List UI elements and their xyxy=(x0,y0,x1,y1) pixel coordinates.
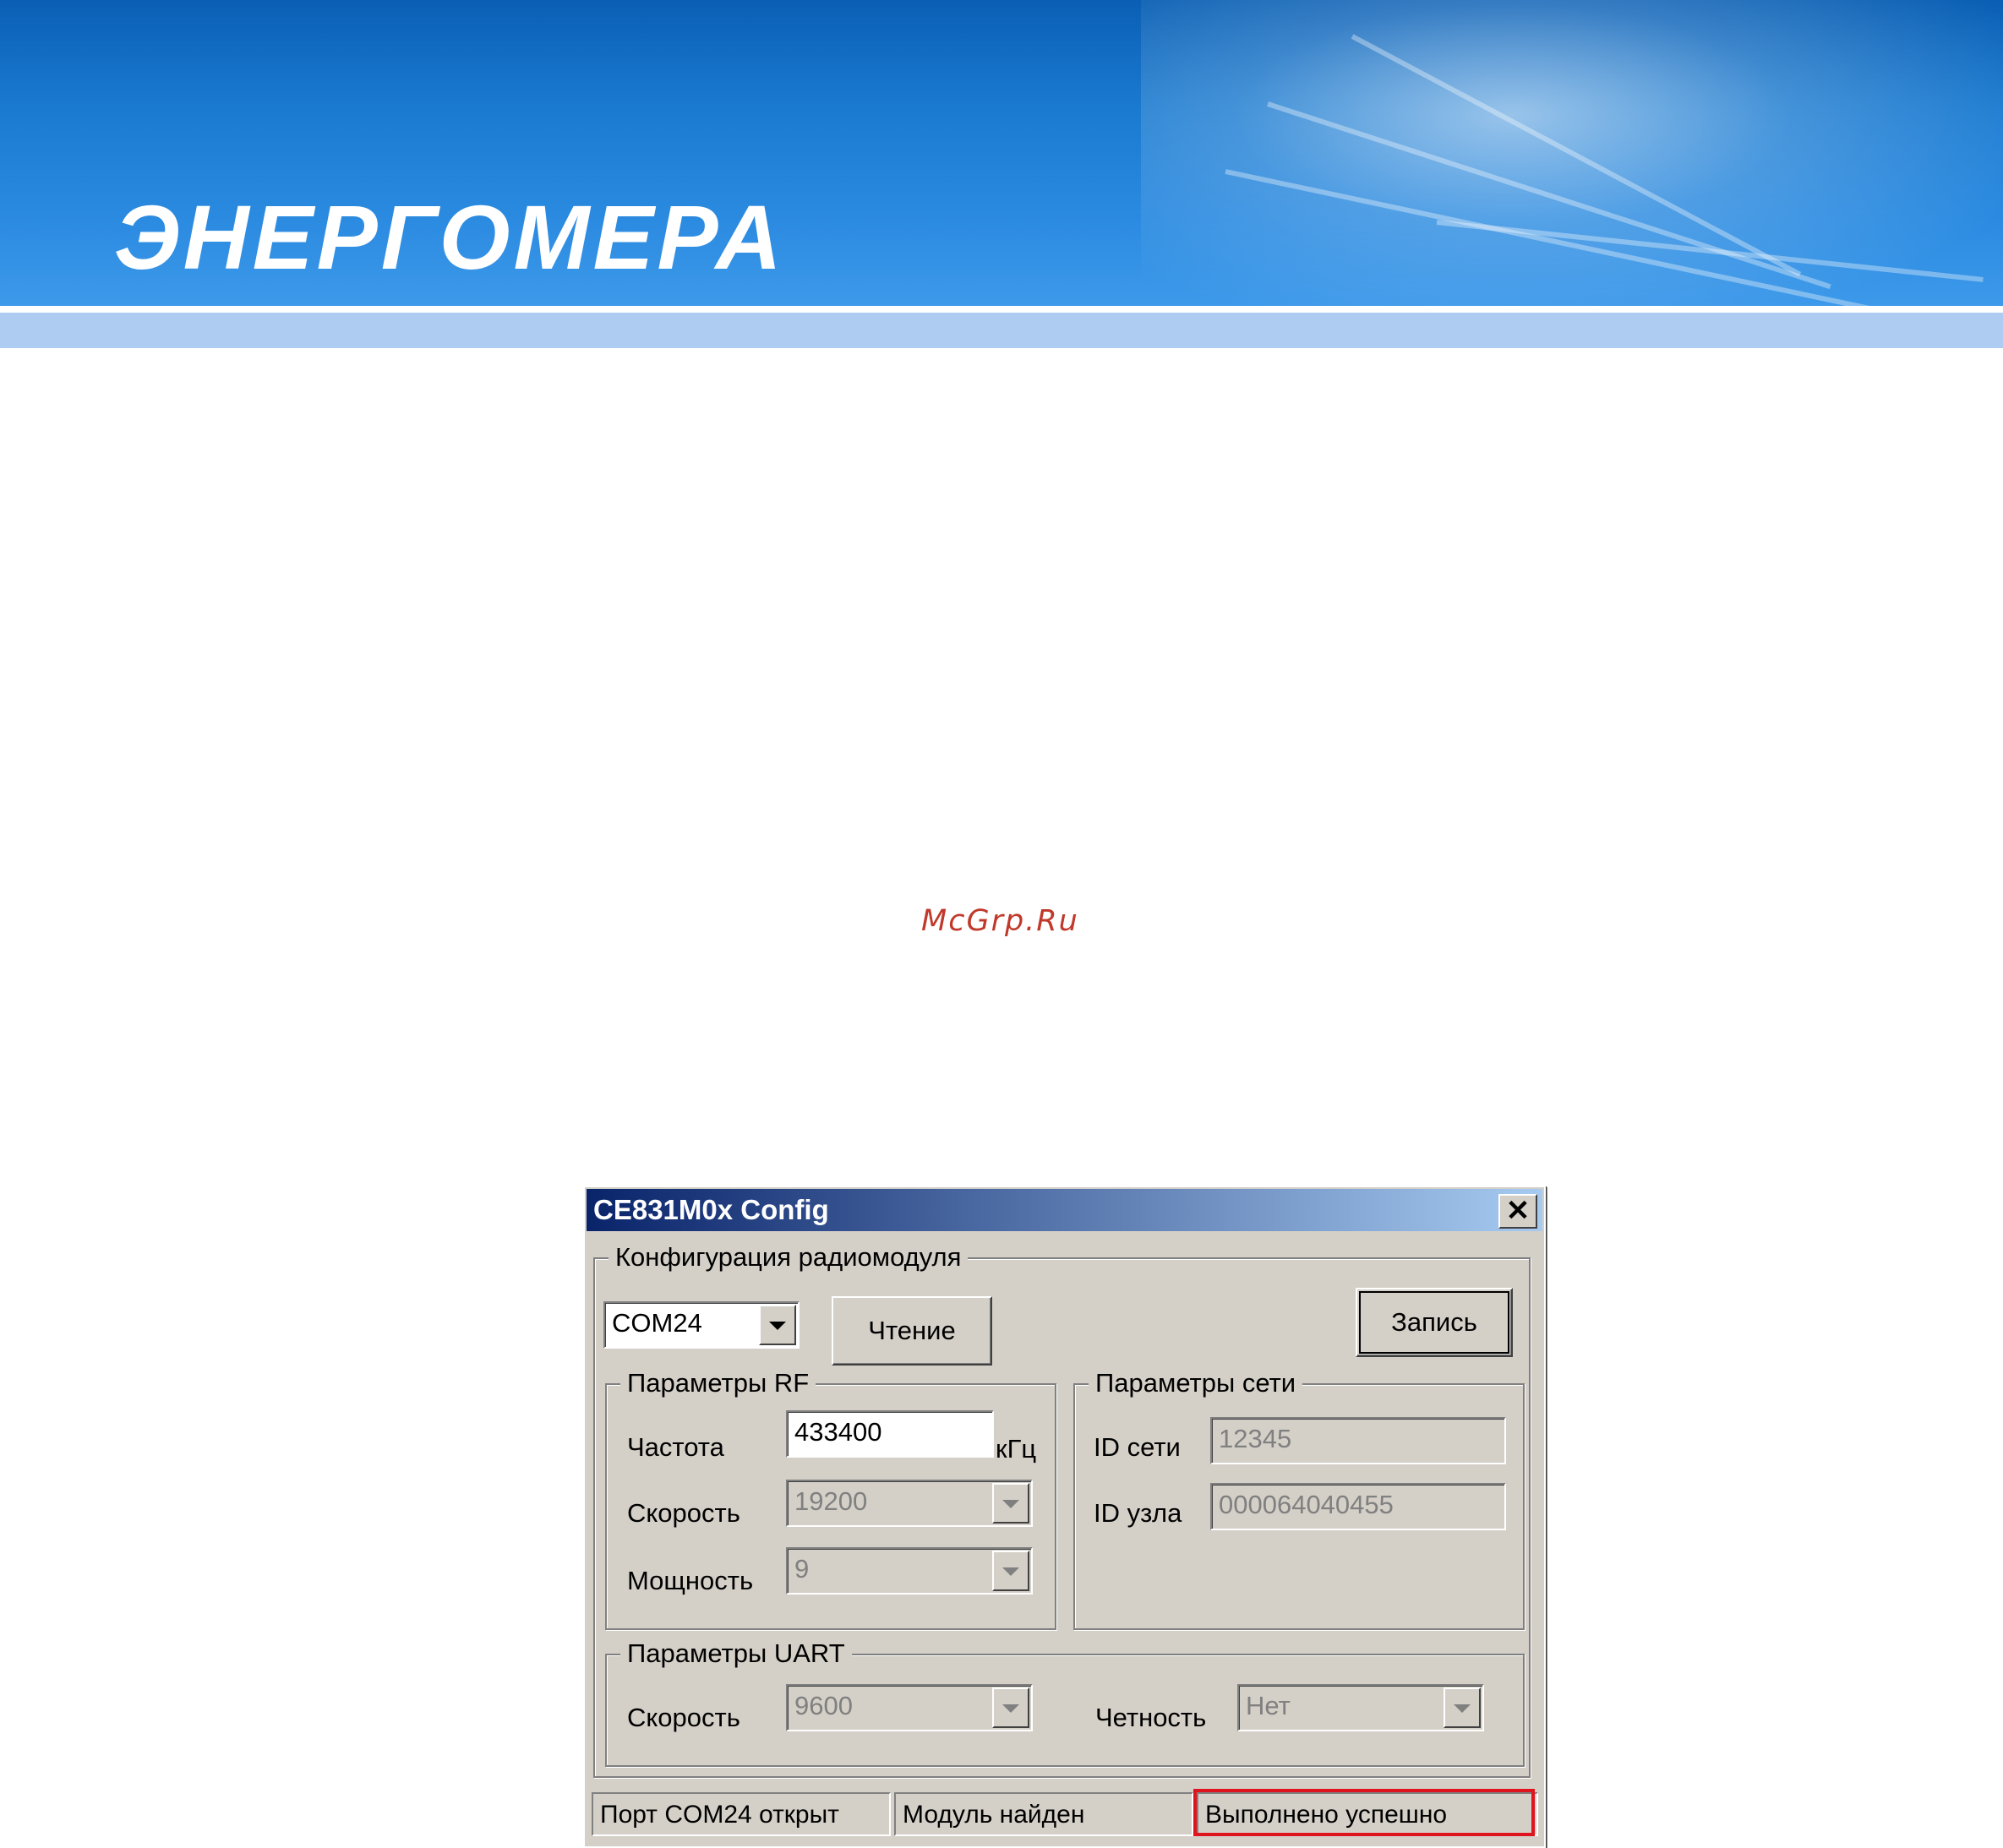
chevron-down-icon[interactable] xyxy=(759,1305,796,1345)
node-id-value: 000064040455 xyxy=(1219,1490,1394,1519)
company-logo: ЭНЕРГОМЕРА xyxy=(114,186,785,288)
close-button[interactable]: ✕ xyxy=(1498,1194,1537,1229)
config-group-label: Конфигурация радиомодуля xyxy=(609,1242,969,1273)
chevron-down-icon[interactable] xyxy=(992,1687,1029,1728)
frequency-value: 433400 xyxy=(794,1417,882,1447)
node-id-input[interactable]: 000064040455 xyxy=(1210,1483,1506,1530)
status-port: Порт COM24 открыт xyxy=(592,1792,891,1836)
status-module: Модуль найден xyxy=(894,1792,1193,1836)
rf-group-label: Параметры RF xyxy=(620,1368,816,1398)
config-group: Конфигурация радиомодуля COM24 Чтение За… xyxy=(593,1242,1531,1778)
write-button[interactable]: Запись xyxy=(1356,1288,1513,1357)
port-select[interactable]: COM24 xyxy=(603,1301,800,1349)
parity-select[interactable]: Нет xyxy=(1237,1684,1484,1731)
uart-speed-select[interactable]: 9600 xyxy=(786,1684,1033,1731)
read-button[interactable]: Чтение xyxy=(832,1296,992,1366)
frequency-input[interactable]: 433400 xyxy=(786,1410,994,1458)
status-module-text: Модуль найден xyxy=(903,1801,1085,1829)
net-id-value: 12345 xyxy=(1219,1424,1292,1453)
chevron-down-icon[interactable] xyxy=(992,1483,1029,1524)
power-select[interactable]: 9 xyxy=(786,1547,1033,1595)
chevron-down-icon[interactable] xyxy=(992,1551,1029,1591)
rf-group: Параметры RF Частота 433400 кГц Скорость… xyxy=(605,1368,1056,1630)
node-id-label: ID узла xyxy=(1094,1498,1182,1528)
close-icon: ✕ xyxy=(1505,1195,1531,1227)
uart-group: Параметры UART Скорость 9600 Четность Не… xyxy=(605,1638,1525,1767)
net-group: Параметры сети ID сети 12345 ID узла 000… xyxy=(1073,1368,1525,1630)
header-banner: ЭНЕРГОМЕРА xyxy=(0,0,2003,306)
banner-band xyxy=(0,313,2003,348)
frequency-label: Частота xyxy=(627,1432,724,1462)
net-group-label: Параметры сети xyxy=(1089,1368,1303,1398)
config-dialog: CE831M0x Config ✕ Конфигурация радиомоду… xyxy=(583,1186,1546,1848)
chevron-down-icon[interactable] xyxy=(1444,1687,1481,1728)
rf-speed-label: Скорость xyxy=(627,1498,740,1528)
uart-speed-value: 9600 xyxy=(794,1691,853,1720)
rf-speed-select[interactable]: 19200 xyxy=(786,1480,1033,1527)
port-select-value: COM24 xyxy=(612,1308,702,1338)
power-value: 9 xyxy=(794,1554,810,1584)
rf-speed-value: 19200 xyxy=(794,1486,868,1516)
result-highlight xyxy=(1193,1789,1535,1836)
power-label: Мощность xyxy=(627,1566,754,1595)
net-id-label: ID сети xyxy=(1094,1432,1181,1462)
banner-rule xyxy=(0,306,2003,313)
frequency-unit: кГц xyxy=(996,1434,1037,1464)
parity-value: Нет xyxy=(1246,1691,1291,1720)
title-bar[interactable]: CE831M0x Config ✕ xyxy=(587,1189,1542,1231)
dialog-title: CE831M0x Config xyxy=(593,1194,829,1225)
uart-speed-label: Скорость xyxy=(627,1703,740,1732)
net-id-input[interactable]: 12345 xyxy=(1210,1417,1506,1464)
parity-label: Четность xyxy=(1095,1703,1207,1732)
watermark: McGrp.Ru xyxy=(921,904,1079,938)
uart-group-label: Параметры UART xyxy=(620,1638,852,1669)
status-port-text: Порт COM24 открыт xyxy=(600,1801,839,1829)
